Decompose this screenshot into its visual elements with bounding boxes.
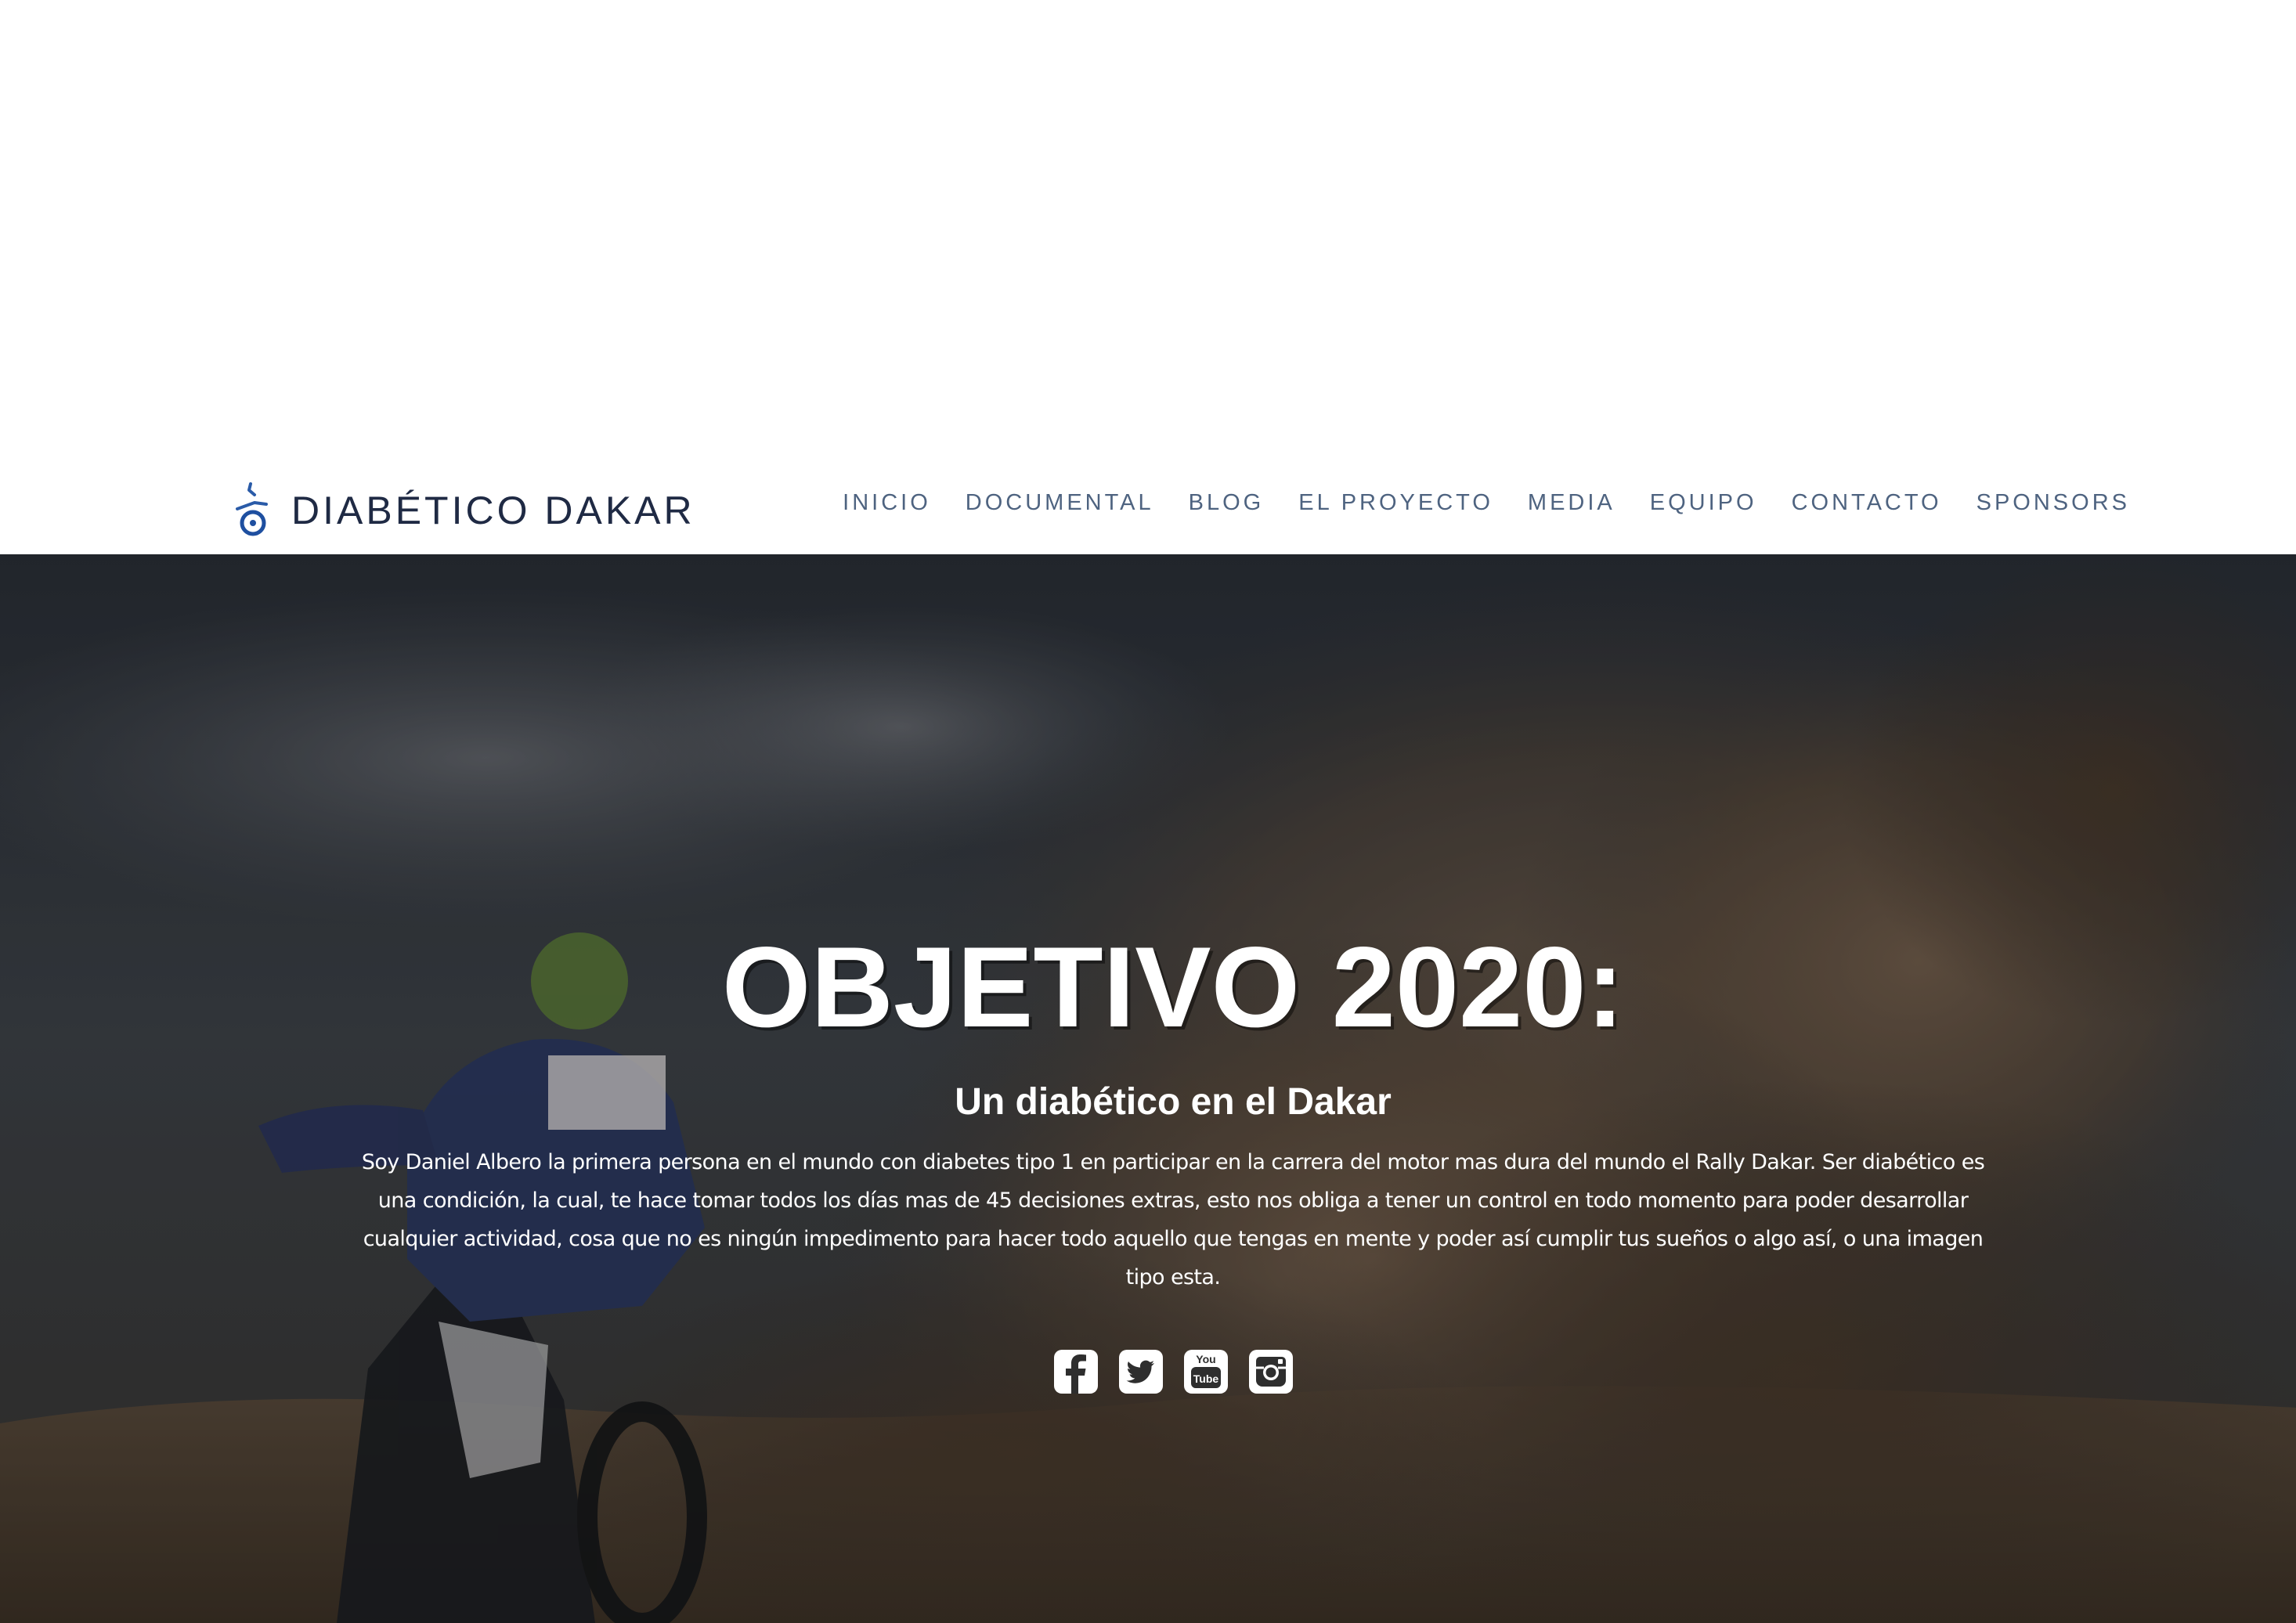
site-header: DIABÉTICO DAKAR INICIO DOCUMENTAL BLOG E… (0, 467, 2296, 554)
nav-item-equipo[interactable]: EQUIPO (1650, 490, 1757, 516)
instagram-icon[interactable] (1248, 1350, 1293, 1394)
nav-item-contacto[interactable]: CONTACTO (1792, 490, 1942, 516)
page: DIABÉTICO DAKAR INICIO DOCUMENTAL BLOG E… (0, 0, 2296, 1623)
twitter-icon[interactable] (1118, 1350, 1163, 1394)
hero-subtitle: Un diabético en el Dakar (955, 1081, 1392, 1123)
nav-item-media[interactable]: MEDIA (1528, 490, 1616, 516)
nav-item-documental[interactable]: DOCUMENTAL (966, 490, 1154, 516)
nav-item-blog[interactable]: BLOG (1189, 490, 1265, 516)
hero-title: OBJETIVO 2020: (721, 923, 1625, 1051)
nav-item-inicio[interactable]: INICIO (843, 490, 931, 516)
hero-section: OBJETIVO 2020: Un diabético en el Dakar … (0, 554, 2296, 1623)
nav-item-sponsors[interactable]: SPONSORS (1977, 490, 2130, 516)
main-nav: INICIO DOCUMENTAL BLOG EL PROYECTO MEDIA… (843, 490, 2130, 516)
top-blank-area (0, 0, 2296, 467)
youtube-label-top: You (1196, 1353, 1215, 1365)
youtube-icon[interactable]: You Tube (1183, 1350, 1228, 1394)
nav-item-el-proyecto[interactable]: EL PROYECTO (1298, 490, 1493, 516)
site-logo[interactable]: DIABÉTICO DAKAR (233, 479, 695, 542)
hero-content: OBJETIVO 2020: Un diabético en el Dakar … (345, 930, 2002, 1394)
youtube-label-bottom: Tube (1193, 1372, 1218, 1385)
diabetic-dakar-logo-icon (236, 482, 268, 536)
social-links: You Tube (345, 1350, 2002, 1394)
brand-name: DIABÉTICO DAKAR (291, 489, 695, 532)
hero-description: Soy Daniel Albero la primera persona en … (361, 1150, 1985, 1289)
facebook-icon[interactable] (1053, 1350, 1098, 1394)
